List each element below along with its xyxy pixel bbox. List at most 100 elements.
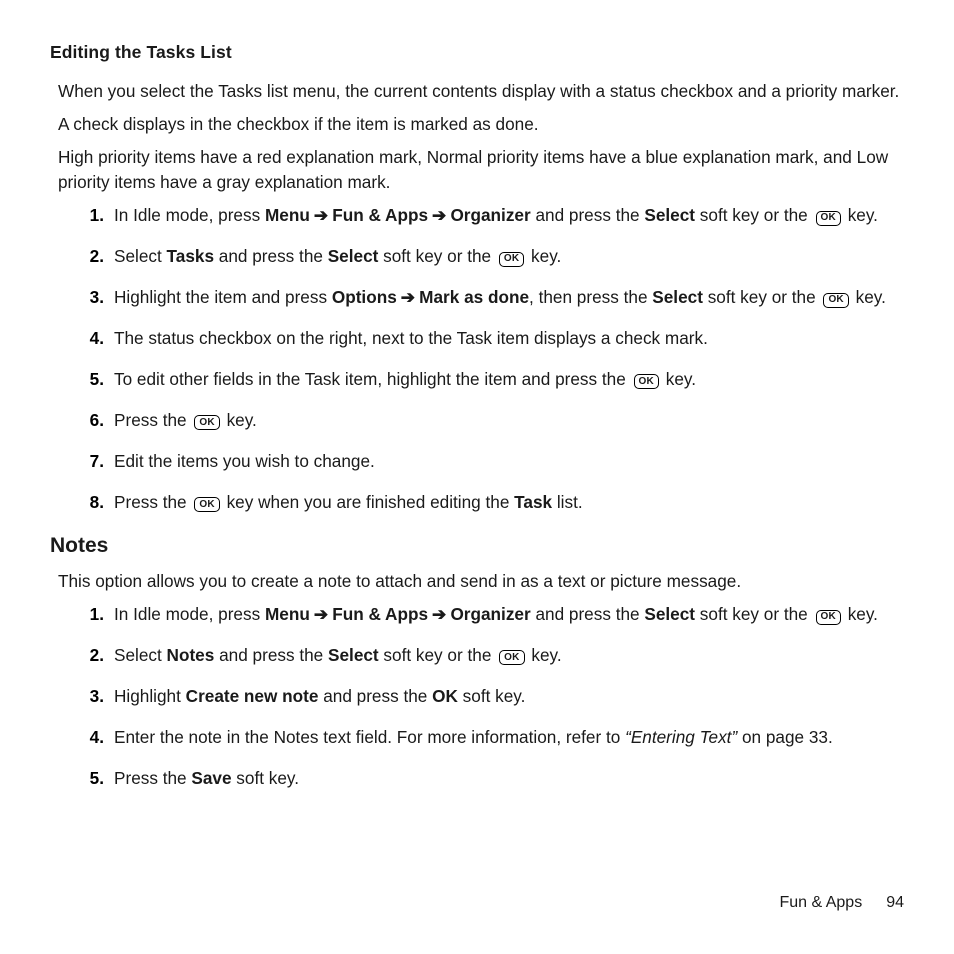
bold: Organizer xyxy=(450,604,530,624)
step-text: and press the xyxy=(531,604,645,624)
bold: Select xyxy=(328,645,379,665)
step-number: 6. xyxy=(78,408,104,433)
step-number: 3. xyxy=(78,285,104,310)
step-text: key. xyxy=(851,287,886,307)
arrow-icon: ➔ xyxy=(432,203,446,228)
ok-key-icon: OK xyxy=(816,610,841,625)
step-text: soft key or the xyxy=(695,604,813,624)
step-text: and press the xyxy=(318,686,432,706)
paragraph: This option allows you to create a note … xyxy=(50,569,904,594)
step-text: key. xyxy=(527,645,562,665)
step-text: Edit the items you wish to change. xyxy=(114,451,375,471)
step-number: 5. xyxy=(78,766,104,791)
step-number: 2. xyxy=(78,643,104,668)
step-item: 8. Press the OK key when you are finishe… xyxy=(78,490,904,515)
step-item: 6. Press the OK key. xyxy=(78,408,904,433)
step-text: Select xyxy=(114,645,167,665)
bold: Options xyxy=(332,287,397,307)
bold: Create new note xyxy=(186,686,319,706)
ok-key-icon: OK xyxy=(823,293,848,308)
step-number: 2. xyxy=(78,244,104,269)
step-text: key. xyxy=(526,246,561,266)
step-item: 4. Enter the note in the Notes text fiel… xyxy=(78,725,904,750)
step-number: 8. xyxy=(78,490,104,515)
step-number: 4. xyxy=(78,326,104,351)
bold: Tasks xyxy=(167,246,214,266)
bold: Task xyxy=(514,492,552,512)
bold: Save xyxy=(191,768,231,788)
cross-reference: “Entering Text” xyxy=(625,727,737,747)
step-item: 5. Press the Save soft key. xyxy=(78,766,904,791)
paragraph: A check displays in the checkbox if the … xyxy=(50,112,904,137)
step-text: and press the xyxy=(214,645,328,665)
step-text: key. xyxy=(843,604,878,624)
step-item: 7. Edit the items you wish to change. xyxy=(78,449,904,474)
section-heading-notes: Notes xyxy=(50,531,904,561)
step-number: 4. xyxy=(78,725,104,750)
step-text: list. xyxy=(552,492,583,512)
step-text: key when you are finished editing the xyxy=(222,492,514,512)
step-text: , then press the xyxy=(529,287,652,307)
bold: Mark as done xyxy=(419,287,529,307)
footer-section-label: Fun & Apps xyxy=(779,894,862,911)
step-text: soft key or the xyxy=(378,246,496,266)
step-text: Press the xyxy=(114,410,191,430)
step-text: Enter the note in the Notes text field. … xyxy=(114,727,625,747)
step-text: Press the xyxy=(114,492,191,512)
paragraph: When you select the Tasks list menu, the… xyxy=(50,79,904,104)
manual-page: Editing the Tasks List When you select t… xyxy=(0,0,954,954)
step-text: To edit other fields in the Task item, h… xyxy=(114,369,631,389)
bold: Fun & Apps xyxy=(332,205,428,225)
step-text: soft key. xyxy=(232,768,300,788)
bold: OK xyxy=(432,686,458,706)
step-item: 1. In Idle mode, press Menu➔Fun & Apps➔O… xyxy=(78,203,904,228)
step-number: 3. xyxy=(78,684,104,709)
step-item: 2. Select Notes and press the Select sof… xyxy=(78,643,904,668)
bold: Select xyxy=(644,205,695,225)
step-number: 5. xyxy=(78,367,104,392)
steps-list-notes: 1. In Idle mode, press Menu➔Fun & Apps➔O… xyxy=(50,602,904,791)
step-item: 5. To edit other fields in the Task item… xyxy=(78,367,904,392)
bold: Select xyxy=(644,604,695,624)
step-item: 3. Highlight the item and press Options➔… xyxy=(78,285,904,310)
arrow-icon: ➔ xyxy=(432,602,446,627)
step-text: and press the xyxy=(531,205,645,225)
intro-paragraphs: When you select the Tasks list menu, the… xyxy=(50,79,904,195)
step-text: Highlight the item and press xyxy=(114,287,332,307)
step-text: Highlight xyxy=(114,686,186,706)
step-text: In Idle mode, press xyxy=(114,604,265,624)
arrow-icon: ➔ xyxy=(314,203,328,228)
step-text: In Idle mode, press xyxy=(114,205,265,225)
step-number: 1. xyxy=(78,203,104,228)
arrow-icon: ➔ xyxy=(401,285,415,310)
bold: Organizer xyxy=(450,205,530,225)
step-text: key. xyxy=(843,205,878,225)
bold: Fun & Apps xyxy=(332,604,428,624)
step-item: 1. In Idle mode, press Menu➔Fun & Apps➔O… xyxy=(78,602,904,627)
paragraph: High priority items have a red explanati… xyxy=(50,145,904,195)
step-text: Press the xyxy=(114,768,191,788)
ok-key-icon: OK xyxy=(499,650,524,665)
step-text: soft key or the xyxy=(695,205,813,225)
ok-key-icon: OK xyxy=(634,374,659,389)
bold: Select xyxy=(328,246,379,266)
footer-page-number: 94 xyxy=(886,894,904,911)
ok-key-icon: OK xyxy=(499,252,524,267)
step-text: Select xyxy=(114,246,167,266)
ok-key-icon: OK xyxy=(194,497,219,512)
intro-paragraphs: This option allows you to create a note … xyxy=(50,569,904,594)
step-text: soft key or the xyxy=(379,645,497,665)
step-text: soft key or the xyxy=(703,287,821,307)
step-number: 7. xyxy=(78,449,104,474)
step-number: 1. xyxy=(78,602,104,627)
bold: Notes xyxy=(167,645,215,665)
step-item: 4. The status checkbox on the right, nex… xyxy=(78,326,904,351)
page-footer: Fun & Apps 94 xyxy=(779,891,904,914)
step-text: The status checkbox on the right, next t… xyxy=(114,328,708,348)
bold: Menu xyxy=(265,205,310,225)
step-text: key. xyxy=(661,369,696,389)
bold: Select xyxy=(652,287,703,307)
step-text: soft key. xyxy=(458,686,526,706)
arrow-icon: ➔ xyxy=(314,602,328,627)
steps-list-tasks: 1. In Idle mode, press Menu➔Fun & Apps➔O… xyxy=(50,203,904,515)
